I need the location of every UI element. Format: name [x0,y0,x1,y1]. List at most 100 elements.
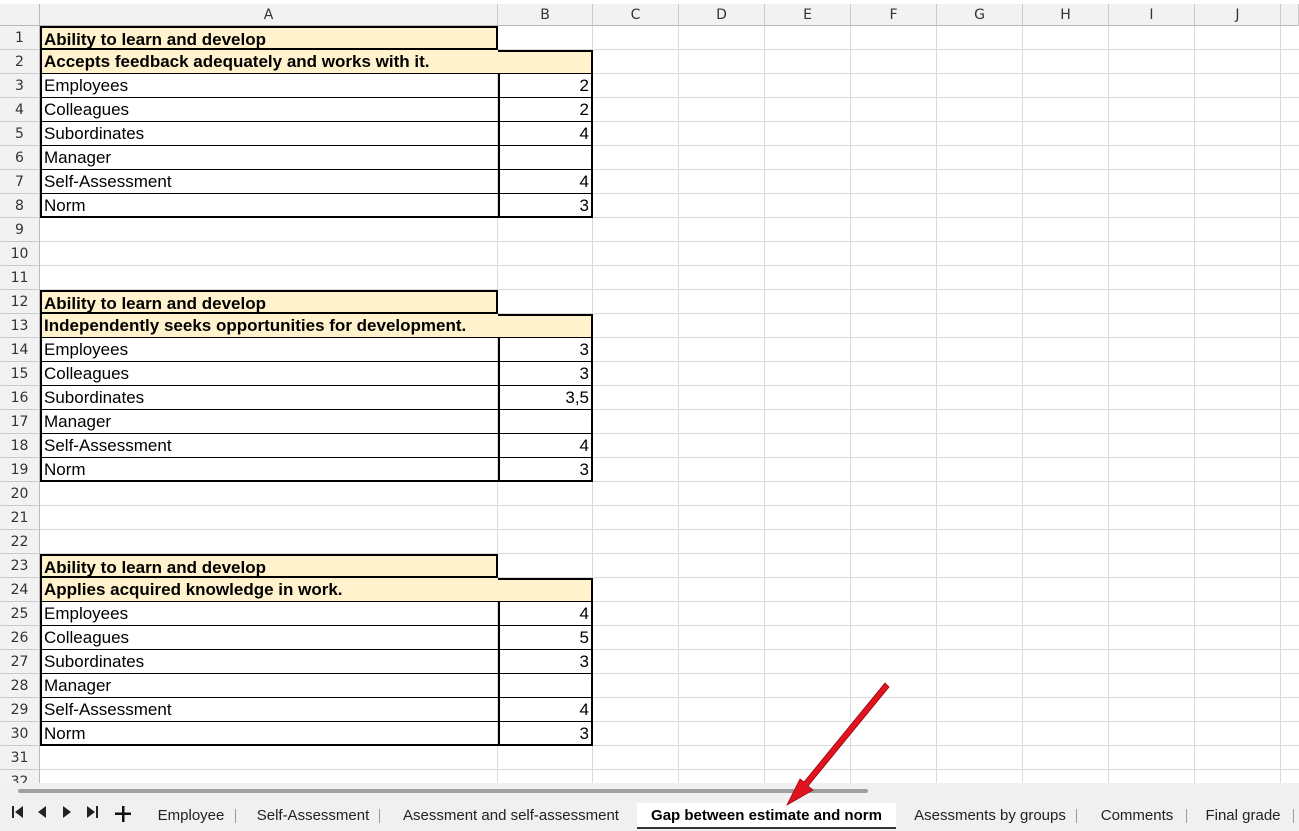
row-header-5[interactable]: 5 [0,122,40,146]
rater-label-cell[interactable]: Colleagues [40,626,498,650]
rater-label-cell[interactable]: Manager [40,674,498,698]
row-header-14[interactable]: 14 [0,338,40,362]
rater-label-cell[interactable]: Self-Assessment [40,698,498,722]
criterion-cell[interactable]: Accepts feedback adequately and works wi… [40,50,498,74]
column-header-g[interactable]: G [937,4,1023,26]
row-header-13[interactable]: 13 [0,314,40,338]
rater-label-cell[interactable]: Employees [40,338,498,362]
category-cell[interactable]: Ability to learn and develop [40,290,498,314]
score-cell[interactable]: 3 [498,338,593,362]
rater-label-cell[interactable]: Self-Assessment [40,170,498,194]
sheet-tab-employee[interactable]: Employee [145,805,237,827]
row-header-17[interactable]: 17 [0,410,40,434]
row-header-31[interactable]: 31 [0,746,40,770]
rater-label-cell[interactable]: Employees [40,602,498,626]
sheet-tab-self-assessment[interactable]: Self-Assessment [245,805,381,827]
row-header-28[interactable]: 28 [0,674,40,698]
sheet-tab-final-grade[interactable]: Final grade [1192,805,1294,827]
rater-label-cell[interactable]: Subordinates [40,122,498,146]
category-cell[interactable]: Ability to learn and develop [40,554,498,578]
column-header-j[interactable]: J [1195,4,1281,26]
row-header-9[interactable]: 9 [0,218,40,242]
column-header-a[interactable]: A [40,4,498,26]
score-cell[interactable]: 4 [498,698,593,722]
criterion-value-cell[interactable] [498,50,593,74]
rater-label-cell[interactable]: Subordinates [40,386,498,410]
column-header-h[interactable]: H [1023,4,1109,26]
score-cell[interactable]: 3 [498,458,593,482]
row-header-22[interactable]: 22 [0,530,40,554]
row-header-18[interactable]: 18 [0,434,40,458]
row-header-1[interactable]: 1 [0,26,40,50]
column-header-k[interactable] [1281,4,1299,26]
rater-label-cell[interactable]: Norm [40,458,498,482]
next-sheet-icon[interactable] [57,805,77,825]
previous-sheet-icon[interactable] [32,805,52,825]
rater-label-cell[interactable]: Manager [40,410,498,434]
row-header-25[interactable]: 25 [0,602,40,626]
row-header-8[interactable]: 8 [0,194,40,218]
row-header-15[interactable]: 15 [0,362,40,386]
row-header-19[interactable]: 19 [0,458,40,482]
row-header-11[interactable]: 11 [0,266,40,290]
horizontal-scrollbar[interactable] [18,789,868,793]
row-header-6[interactable]: 6 [0,146,40,170]
row-header-27[interactable]: 27 [0,650,40,674]
row-header-26[interactable]: 26 [0,626,40,650]
score-cell[interactable]: 2 [498,98,593,122]
row-header-16[interactable]: 16 [0,386,40,410]
row-header-4[interactable]: 4 [0,98,40,122]
score-cell[interactable]: 4 [498,602,593,626]
score-cell[interactable]: 3 [498,650,593,674]
score-cell[interactable]: 3 [498,194,593,218]
criterion-value-cell[interactable] [498,578,593,602]
sheet-tab-asessments-by-groups[interactable]: Asessments by groups [902,805,1078,827]
column-header-c[interactable]: C [593,4,679,26]
score-cell[interactable]: 3 [498,722,593,746]
row-header-23[interactable]: 23 [0,554,40,578]
column-header-f[interactable]: F [851,4,937,26]
rater-label-cell[interactable]: Employees [40,74,498,98]
score-cell[interactable]: 4 [498,122,593,146]
row-header-29[interactable]: 29 [0,698,40,722]
row-header-30[interactable]: 30 [0,722,40,746]
spreadsheet-grid[interactable]: ABCDEFGHIJ 1 2 3 4 5 6 7 8 9 10 11 12 13 14 15 16 17 18 19… [0,0,1299,783]
rater-label-cell[interactable]: Norm [40,194,498,218]
row-header-12[interactable]: 12 [0,290,40,314]
score-cell[interactable]: 2 [498,74,593,98]
row-header-21[interactable]: 21 [0,506,40,530]
rater-label-cell[interactable]: Subordinates [40,650,498,674]
row-header-3[interactable]: 3 [0,74,40,98]
score-cell[interactable] [498,410,593,434]
select-all-corner[interactable] [0,4,40,26]
rater-label-cell[interactable]: Norm [40,722,498,746]
row-header-20[interactable]: 20 [0,482,40,506]
rater-label-cell[interactable]: Colleagues [40,362,498,386]
row-header-24[interactable]: 24 [0,578,40,602]
criterion-cell[interactable]: Applies acquired knowledge in work. [40,578,498,602]
column-header-e[interactable]: E [765,4,851,26]
sheet-tab-asessment-and-self-assessment[interactable]: Asessment and self-assessment [393,805,629,827]
category-cell[interactable]: Ability to learn and develop [40,26,498,50]
score-cell[interactable]: 4 [498,170,593,194]
column-header-b[interactable]: B [498,4,593,26]
score-cell[interactable]: 5 [498,626,593,650]
column-header-i[interactable]: I [1109,4,1195,26]
criterion-value-cell[interactable] [498,314,593,338]
rater-label-cell[interactable]: Manager [40,146,498,170]
row-header-10[interactable]: 10 [0,242,40,266]
sheet-tab-comments[interactable]: Comments [1086,805,1188,827]
row-header-32[interactable]: 32 [0,770,40,783]
score-cell[interactable]: 3,5 [498,386,593,410]
first-sheet-icon[interactable] [8,805,28,825]
row-header-7[interactable]: 7 [0,170,40,194]
column-header-d[interactable]: D [679,4,765,26]
score-cell[interactable] [498,146,593,170]
score-cell[interactable] [498,674,593,698]
criterion-cell[interactable]: Independently seeks opportunities for de… [40,314,498,338]
rater-label-cell[interactable]: Colleagues [40,98,498,122]
score-cell[interactable]: 4 [498,434,593,458]
add-sheet-icon[interactable] [113,805,133,825]
last-sheet-icon[interactable] [82,805,102,825]
rater-label-cell[interactable]: Self-Assessment [40,434,498,458]
